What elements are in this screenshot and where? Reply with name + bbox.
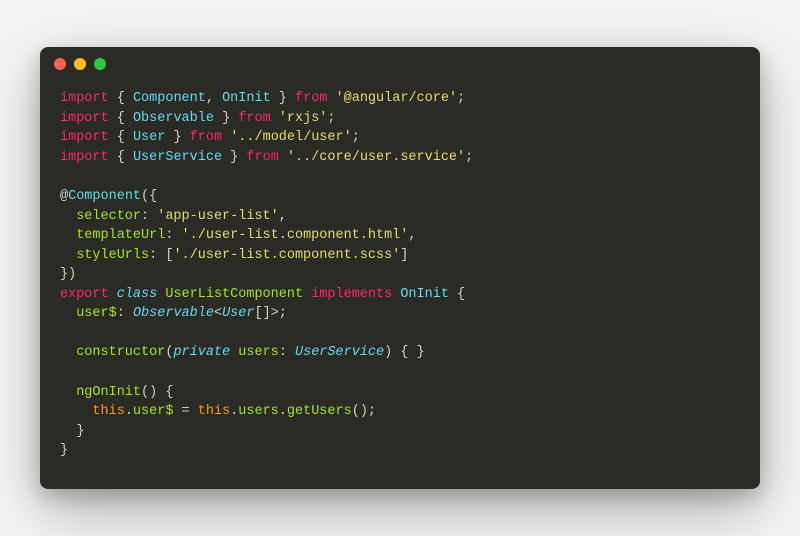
titlebar <box>40 47 760 81</box>
type-name: UserService <box>295 345 384 360</box>
keyword-import: import <box>60 91 109 106</box>
keyword-from: from <box>246 150 278 165</box>
type-name: Observable <box>133 306 214 321</box>
param-name: users <box>238 345 279 360</box>
keyword-import: import <box>60 130 109 145</box>
prop-templateurl: templateUrl <box>76 228 165 243</box>
close-icon[interactable] <box>54 58 66 70</box>
keyword-private: private <box>173 345 230 360</box>
field-ref: user$ <box>133 404 174 419</box>
method-call: getUsers <box>287 404 352 419</box>
minimize-icon[interactable] <box>74 58 86 70</box>
keyword-from: from <box>295 91 327 106</box>
ident: UserService <box>133 150 222 165</box>
zoom-icon[interactable] <box>94 58 106 70</box>
method-name: ngOnInit <box>76 385 141 400</box>
string: './user-list.component.scss' <box>173 248 400 263</box>
type-name: User <box>222 306 254 321</box>
string: '../core/user.service' <box>287 150 465 165</box>
keyword-this: this <box>92 404 124 419</box>
keyword-this: this <box>198 404 230 419</box>
interface-name: OnInit <box>400 287 449 302</box>
keyword-from: from <box>238 111 270 126</box>
ident: Observable <box>133 111 214 126</box>
prop-selector: selector <box>76 209 141 224</box>
keyword-import: import <box>60 150 109 165</box>
code-window: import { Component, OnInit } from '@angu… <box>40 47 760 489</box>
keyword-from: from <box>190 130 222 145</box>
string: 'app-user-list' <box>157 209 279 224</box>
keyword-export: export <box>60 287 109 302</box>
ident: User <box>133 130 165 145</box>
keyword-implements: implements <box>311 287 392 302</box>
ctor: constructor <box>76 345 165 360</box>
string: 'rxjs' <box>279 111 328 126</box>
code-block: import { Component, OnInit } from '@angu… <box>40 81 760 489</box>
ident: Component <box>133 91 206 106</box>
string: '@angular/core' <box>336 91 458 106</box>
class-name: UserListComponent <box>165 287 303 302</box>
ident: OnInit <box>222 91 271 106</box>
field-ref: users <box>238 404 279 419</box>
keyword-class: class <box>117 287 158 302</box>
keyword-import: import <box>60 111 109 126</box>
decorator: Component <box>68 189 141 204</box>
string: './user-list.component.html' <box>182 228 409 243</box>
prop-styleurls: styleUrls <box>76 248 149 263</box>
string: '../model/user' <box>230 130 352 145</box>
field-name: user$ <box>76 306 117 321</box>
